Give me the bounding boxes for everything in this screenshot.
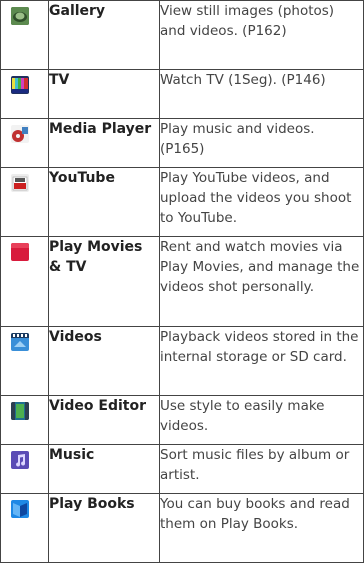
app-description: Rent and watch movies via Play Movies, a…: [159, 236, 364, 327]
tv-icon: [11, 76, 29, 94]
app-description: View still images (photos) and videos. (…: [159, 0, 364, 70]
app-name: TV: [48, 69, 160, 119]
videos-icon: [11, 333, 29, 351]
app-description: Watch TV (1Seg). (P146): [159, 69, 364, 119]
table-row: YouTube Play YouTube videos, and upload …: [0, 167, 364, 237]
gallery-icon: [11, 7, 29, 25]
app-list-table: Gallery View still images (photos) and v…: [0, 0, 364, 563]
table-row: Gallery View still images (photos) and v…: [0, 0, 364, 70]
app-name: Media Player: [48, 118, 160, 168]
youtube-icon: [11, 174, 29, 192]
video-editor-icon: [11, 402, 29, 420]
app-description: Play YouTube videos, and upload the vide…: [159, 167, 364, 237]
app-description: Play music and videos. (P165): [159, 118, 364, 168]
table-row: Video Editor Use style to easily make vi…: [0, 395, 364, 445]
table-row: Play Movies & TV Rent and watch movies v…: [0, 236, 364, 327]
app-description: Use style to easily make videos.: [159, 395, 364, 445]
app-name: Videos: [48, 326, 160, 396]
app-name: Gallery: [48, 0, 160, 70]
app-description: You can buy books and read them on Play …: [159, 493, 364, 563]
music-icon: [11, 451, 29, 469]
table-row: Videos Playback videos stored in the int…: [0, 326, 364, 396]
media-player-icon: [11, 125, 29, 143]
table-row: Music Sort music files by album or artis…: [0, 444, 364, 494]
app-name: Play Movies & TV: [48, 236, 160, 327]
app-name: YouTube: [48, 167, 160, 237]
table-row: Media Player Play music and videos. (P16…: [0, 118, 364, 168]
play-movies-icon: [11, 243, 29, 261]
app-name: Music: [48, 444, 160, 494]
app-description: Sort music files by album or artist.: [159, 444, 364, 494]
app-description: Playback videos stored in the internal s…: [159, 326, 364, 396]
play-books-icon: [11, 500, 29, 518]
app-name: Play Books: [48, 493, 160, 563]
app-name: Video Editor: [48, 395, 160, 445]
table-row: Play Books You can buy books and read th…: [0, 493, 364, 563]
table-row: TV Watch TV (1Seg). (P146): [0, 69, 364, 119]
